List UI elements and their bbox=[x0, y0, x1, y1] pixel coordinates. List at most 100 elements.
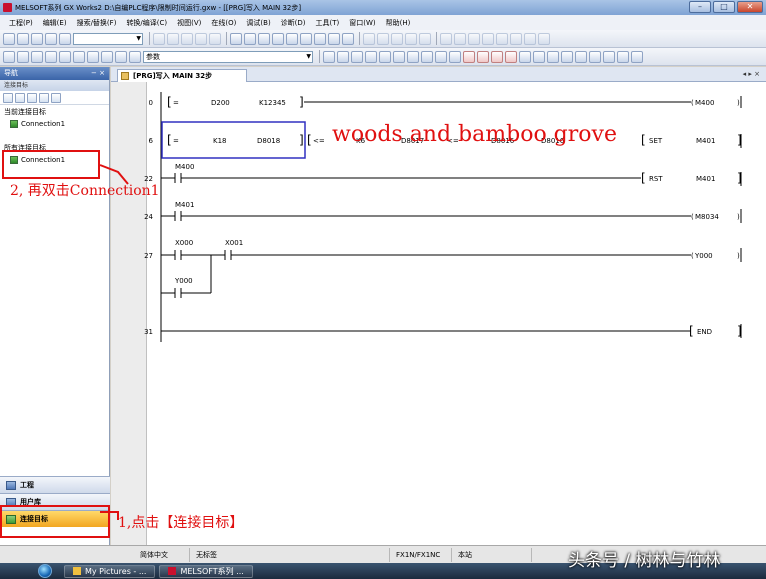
inline-st-icon[interactable] bbox=[575, 50, 587, 63]
navigation-pin-controls[interactable]: − × bbox=[91, 67, 105, 80]
zoom-in-icon[interactable] bbox=[617, 50, 629, 63]
vline-icon[interactable] bbox=[421, 50, 433, 63]
layout-icon[interactable] bbox=[17, 50, 29, 63]
delete-icon[interactable] bbox=[51, 92, 61, 103]
current-connection-item[interactable]: Connection1 bbox=[0, 119, 109, 129]
invert-icon[interactable] bbox=[519, 50, 531, 63]
menu-online[interactable]: 在线(O) bbox=[206, 18, 241, 28]
rising-edge-icon[interactable] bbox=[463, 50, 475, 63]
list-icon[interactable] bbox=[59, 50, 71, 63]
device-batch-icon[interactable] bbox=[286, 32, 298, 45]
device-icon[interactable] bbox=[454, 32, 466, 45]
taskbar-item-pictures[interactable]: My Pictures - ... bbox=[64, 564, 156, 578]
menu-bar: 工程(P) 编辑(E) 搜索/替换(F) 转换/编译(C) 视图(V) 在线(O… bbox=[0, 15, 766, 30]
parameter-icon[interactable] bbox=[129, 50, 141, 63]
parallel-falling-icon[interactable] bbox=[505, 50, 517, 63]
menu-edit[interactable]: 编辑(E) bbox=[38, 18, 72, 28]
grid-icon[interactable] bbox=[377, 32, 389, 45]
minimize-button[interactable]: – bbox=[689, 1, 711, 13]
coil-device: M401 bbox=[696, 175, 715, 183]
taskbar-item-melsoft[interactable]: MELSOFT系列 ... bbox=[159, 564, 253, 578]
help-icon[interactable] bbox=[59, 32, 71, 45]
menu-view[interactable]: 视图(V) bbox=[172, 18, 206, 28]
alias-icon[interactable] bbox=[440, 32, 452, 45]
read-mode-icon[interactable] bbox=[603, 50, 615, 63]
copy-icon[interactable] bbox=[167, 32, 179, 45]
delete-vline-icon[interactable] bbox=[449, 50, 461, 63]
simulation-stop-icon[interactable] bbox=[342, 32, 354, 45]
fb-icon[interactable] bbox=[496, 32, 508, 45]
write-plc-icon[interactable] bbox=[244, 32, 256, 45]
tab-navigation-controls[interactable]: ◂ ▸ × bbox=[743, 70, 760, 78]
search-icon[interactable] bbox=[115, 50, 127, 63]
maximize-button[interactable]: □ bbox=[713, 1, 735, 13]
toolbar-separator bbox=[319, 50, 320, 63]
refresh-icon[interactable] bbox=[39, 92, 49, 103]
tab-main-program[interactable]: [PRG]写入 MAIN 32步 bbox=[117, 69, 247, 82]
cut-icon[interactable] bbox=[153, 32, 165, 45]
ladder-editor[interactable]: 0 [ = D200 K12345 ] ( M400 ) 6 [ = K18 D… bbox=[111, 82, 766, 545]
write-mode-icon[interactable] bbox=[589, 50, 601, 63]
zoom-out-icon[interactable] bbox=[631, 50, 643, 63]
simulation-icon[interactable] bbox=[328, 32, 340, 45]
menu-tool[interactable]: 工具(T) bbox=[311, 18, 345, 28]
save-icon[interactable] bbox=[31, 32, 43, 45]
start-button-icon[interactable] bbox=[38, 564, 52, 578]
diagnostics-icon[interactable] bbox=[314, 32, 326, 45]
coil-right: ) bbox=[737, 99, 740, 107]
label-icon[interactable] bbox=[468, 32, 480, 45]
note-icon[interactable] bbox=[419, 32, 431, 45]
project-combo[interactable]: ▼ bbox=[73, 32, 143, 45]
nav-button-project[interactable]: 工程 bbox=[0, 476, 110, 493]
instruction-icon[interactable] bbox=[393, 50, 405, 63]
properties-icon[interactable] bbox=[15, 92, 25, 103]
redo-icon[interactable] bbox=[209, 32, 221, 45]
monitor-icon[interactable] bbox=[258, 32, 270, 45]
convert-icon[interactable] bbox=[538, 32, 550, 45]
watch-icon[interactable] bbox=[300, 32, 312, 45]
draw-line-icon[interactable] bbox=[547, 50, 559, 63]
menu-help[interactable]: 帮助(H) bbox=[381, 18, 416, 28]
parallel-closed-icon[interactable] bbox=[365, 50, 377, 63]
parallel-open-icon[interactable] bbox=[351, 50, 363, 63]
statement-icon[interactable] bbox=[405, 32, 417, 45]
falling-edge-icon[interactable] bbox=[477, 50, 489, 63]
erase-line-icon[interactable] bbox=[561, 50, 573, 63]
menu-diagnostics[interactable]: 诊断(D) bbox=[276, 18, 311, 28]
split-icon[interactable] bbox=[45, 50, 57, 63]
read-plc-icon[interactable] bbox=[230, 32, 242, 45]
print-icon[interactable] bbox=[45, 32, 57, 45]
parameter-combo[interactable]: 参数 ▼ bbox=[143, 50, 313, 63]
parallel-rising-icon[interactable] bbox=[491, 50, 503, 63]
st-icon[interactable] bbox=[524, 32, 536, 45]
zoom-icon[interactable] bbox=[363, 32, 375, 45]
open-contact-icon[interactable] bbox=[323, 50, 335, 63]
operation-result-icon[interactable] bbox=[533, 50, 545, 63]
closed-contact-icon[interactable] bbox=[337, 50, 349, 63]
open-folder-icon[interactable] bbox=[17, 32, 29, 45]
menu-compile[interactable]: 转换/编译(C) bbox=[121, 18, 172, 28]
hline-icon[interactable] bbox=[407, 50, 419, 63]
menu-find-replace[interactable]: 搜索/替换(F) bbox=[72, 18, 122, 28]
cross-ref-icon[interactable] bbox=[87, 50, 99, 63]
navigation-toggle-icon[interactable] bbox=[3, 50, 15, 63]
delete-hline-icon[interactable] bbox=[435, 50, 447, 63]
undo-icon[interactable] bbox=[195, 32, 207, 45]
sfc-icon[interactable] bbox=[510, 32, 522, 45]
menu-window[interactable]: 窗口(W) bbox=[344, 18, 380, 28]
comment-icon[interactable] bbox=[391, 32, 403, 45]
menu-debug[interactable]: 调试(B) bbox=[241, 18, 275, 28]
new-file-icon[interactable] bbox=[3, 32, 15, 45]
close-button[interactable]: ✕ bbox=[737, 1, 763, 13]
device-list-icon[interactable] bbox=[73, 50, 85, 63]
coil-icon[interactable] bbox=[379, 50, 391, 63]
monitor-stop-icon[interactable] bbox=[272, 32, 284, 45]
ladder-diagram[interactable]: 0 [ = D200 K12345 ] ( M400 ) 6 [ = K18 D… bbox=[111, 82, 766, 545]
new-connection-icon[interactable] bbox=[3, 92, 13, 103]
struct-icon[interactable] bbox=[482, 32, 494, 45]
copy-connection-icon[interactable] bbox=[27, 92, 37, 103]
output-icon[interactable] bbox=[101, 50, 113, 63]
paste-icon[interactable] bbox=[181, 32, 193, 45]
window-icon[interactable] bbox=[31, 50, 43, 63]
menu-project[interactable]: 工程(P) bbox=[4, 18, 38, 28]
